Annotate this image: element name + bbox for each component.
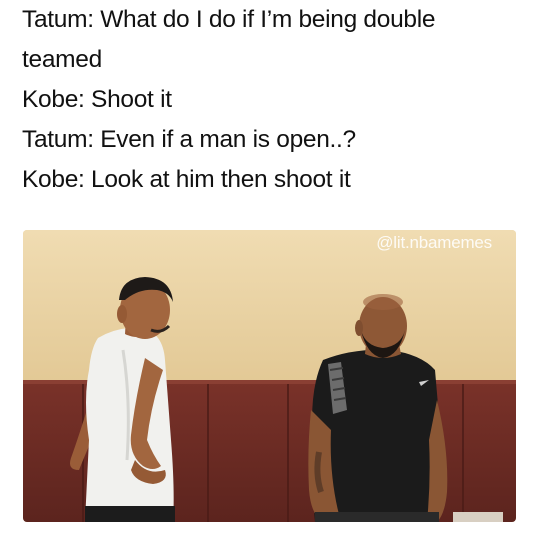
watermark-text: @lit.nbamemes bbox=[376, 233, 492, 252]
floor-highlight bbox=[453, 512, 503, 522]
caption-line-1: Tatum: What do I do if I’m being double bbox=[22, 6, 436, 33]
photo-illustration bbox=[23, 230, 516, 522]
caption-line-4: Tatum: Even if a man is open..? bbox=[22, 126, 356, 153]
caption-line-5: Kobe: Look at him then shoot it bbox=[22, 166, 351, 193]
caption-line-3: Kobe: Shoot it bbox=[22, 86, 172, 113]
meme-photo: @lit.nbamemes bbox=[23, 230, 516, 522]
caption-line-2: teamed bbox=[22, 46, 102, 73]
meme-caption: Tatum: What do I do if I’m being double … bbox=[22, 0, 532, 200]
